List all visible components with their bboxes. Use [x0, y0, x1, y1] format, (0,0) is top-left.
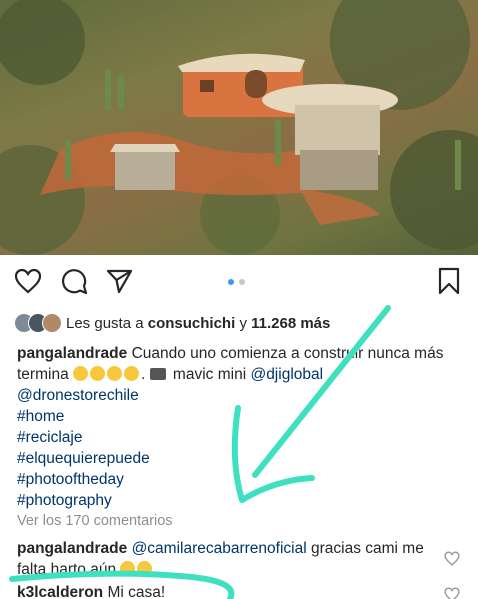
grinning-emoji-icon	[137, 561, 153, 576]
view-all-comments-link[interactable]: Ver los 170 comentarios	[17, 513, 173, 529]
likes-text: Les gusta a consuchichi y 11.268 más	[66, 315, 330, 332]
post-caption: pangalandrade Cuando uno comienza a cons…	[17, 343, 467, 511]
carousel-dot-active	[228, 279, 234, 285]
paper-plane-icon[interactable]	[104, 266, 134, 296]
likes-prefix: Les gusta a	[66, 314, 144, 332]
likes-connector: y	[239, 314, 247, 332]
caption-hashtag[interactable]: #reciclaje	[17, 427, 467, 448]
caption-text-sep: .	[141, 366, 150, 383]
grinning-emoji-icon	[124, 366, 139, 381]
liker-username[interactable]: consuchichi	[148, 315, 236, 332]
grinning-emoji-icon	[107, 366, 122, 381]
comment-like-heart-icon[interactable]	[444, 551, 460, 567]
caption-mention[interactable]: @djiglobal	[250, 366, 323, 383]
caption-hashtag[interactable]: #photography	[17, 490, 467, 511]
liker-avatars	[14, 313, 62, 333]
avatar	[42, 313, 62, 333]
likes-row[interactable]: Les gusta a consuchichi y 11.268 más	[14, 311, 330, 335]
comment-mention[interactable]: @camilarecabarrenoficial	[132, 540, 307, 557]
comment-item: k3lcalderon Mi casa!	[17, 582, 437, 599]
caption-username[interactable]: pangalandrade	[17, 345, 127, 362]
caption-mention[interactable]: @dronestorechile	[17, 385, 467, 406]
carousel-indicator	[228, 279, 245, 285]
grinning-emoji-icon	[73, 366, 88, 381]
heart-icon[interactable]	[13, 266, 43, 296]
caption-text-gear: mavic mini	[168, 366, 251, 383]
caption-hashtag[interactable]: #elquequierepuede	[17, 448, 467, 469]
likes-count[interactable]: 11.268 más	[251, 315, 330, 332]
caption-hashtag[interactable]: #home	[17, 406, 467, 427]
camera-emoji-icon	[149, 368, 166, 380]
comment-bubble-icon[interactable]	[59, 266, 89, 296]
bookmark-icon[interactable]	[434, 266, 464, 296]
comment-item: pangalandrade @camilarecabarrenoficial g…	[17, 538, 437, 580]
comment-like-heart-icon[interactable]	[444, 587, 460, 599]
grinning-emoji-icon	[120, 561, 136, 576]
comment-username[interactable]: pangalandrade	[17, 540, 127, 557]
comment-text: Mi casa!	[103, 584, 166, 599]
carousel-dot	[239, 279, 245, 285]
post-photo-illustration	[0, 0, 478, 255]
caption-hashtag[interactable]: #photooftheday	[17, 469, 467, 490]
comment-username[interactable]: k3lcalderon	[17, 584, 103, 599]
post-photo[interactable]	[0, 0, 478, 255]
grinning-emoji-icon	[90, 366, 105, 381]
